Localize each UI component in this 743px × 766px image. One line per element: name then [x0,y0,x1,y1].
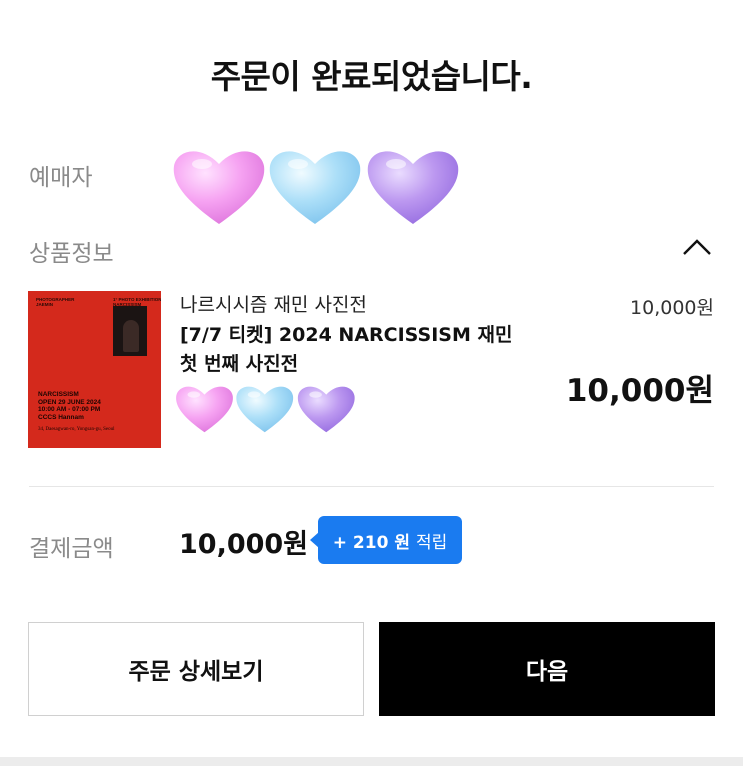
product-name: 나르시시즘 재민 사진전 [180,294,367,316]
chevron-up-icon[interactable] [682,237,712,257]
heart-sticker-icon [173,151,459,224]
payment-label: 결제금액 [29,536,114,562]
points-amount: + 210 원 [332,532,410,553]
product-description: [7/7 티켓] 2024 NARCISSISM 재민 첫 번째 사진전 [180,324,513,375]
product-section-label: 상품정보 [29,241,114,267]
poster-address: 34, Daesagwan-ro, Yongsan-gu, Seoul [38,427,115,432]
next-button[interactable]: 다음 [379,622,715,716]
orderer-name-stickers [172,146,462,228]
order-detail-button-label: 주문 상세보기 [128,659,264,685]
order-detail-button[interactable]: 주문 상세보기 [28,622,364,716]
poster-main-text: NARCISSISM OPEN 29 JUNE 2024 10:00 AM - … [38,391,101,421]
points-suffix: 적립 [415,532,448,553]
product-option-stickers [175,383,357,435]
unit-price: 10,000원 [630,297,714,319]
payment-amount: 10,000원 [179,529,309,560]
poster-top-left-text: PHOTOGRAPHER JAEMIN [36,297,75,307]
product-total-price: 10,000원 [565,373,714,409]
orderer-label: 예매자 [29,165,93,191]
next-button-label: 다음 [525,659,569,685]
section-divider [29,486,714,487]
page-title: 주문이 완료되었습니다. [210,57,533,96]
points-badge: + 210 원 적립 [310,516,462,564]
product-thumbnail: PHOTOGRAPHER JAEMIN 1° PHOTO EXHIBITION … [28,291,161,448]
bottom-edge [0,757,743,766]
poster-photo [113,306,147,356]
heart-sticker-icon [176,386,355,433]
